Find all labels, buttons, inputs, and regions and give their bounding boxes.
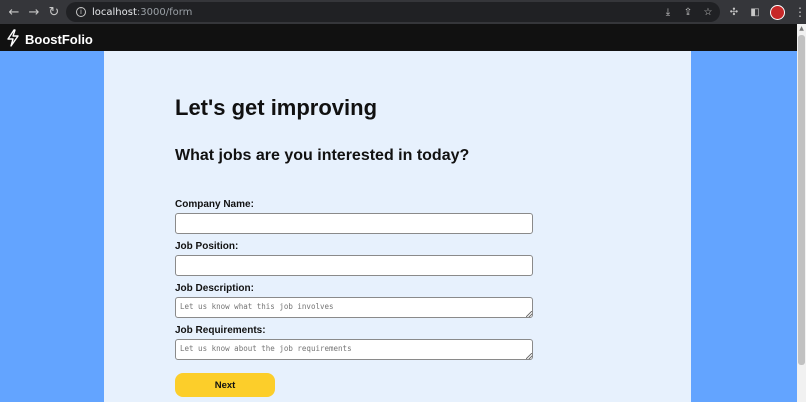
page-subtitle: What jobs are you interested in today? bbox=[175, 147, 470, 164]
share-icon[interactable]: ⇪ bbox=[682, 6, 694, 18]
profile-avatar[interactable] bbox=[770, 4, 785, 20]
bookmark-star-icon[interactable]: ☆ bbox=[702, 6, 714, 18]
job-requirements-textarea[interactable] bbox=[175, 339, 533, 360]
reload-icon[interactable]: ↻ bbox=[44, 2, 64, 22]
job-position-input[interactable] bbox=[175, 255, 533, 276]
side-panel-icon[interactable]: ◧ bbox=[749, 6, 761, 18]
browser-menu-icon[interactable]: ⋮ bbox=[794, 5, 806, 19]
next-button[interactable]: Next bbox=[175, 373, 275, 397]
install-icon[interactable]: ⤓ bbox=[662, 6, 674, 18]
job-requirements-label: Job Requirements: bbox=[175, 325, 266, 336]
lightning-logo-icon[interactable] bbox=[5, 28, 21, 48]
scrollbar-thumb[interactable] bbox=[798, 35, 805, 365]
job-requirements-wrapper bbox=[175, 339, 533, 360]
company-name-label: Company Name: bbox=[175, 199, 254, 210]
scroll-up-arrow-icon[interactable]: ▲ bbox=[798, 26, 805, 32]
job-position-label: Job Position: bbox=[175, 241, 239, 252]
page-background: Let's get improving What jobs are you in… bbox=[0, 51, 797, 402]
resize-handle-icon[interactable] bbox=[526, 353, 532, 359]
back-arrow-icon[interactable]: ← bbox=[4, 2, 24, 22]
app-header: BoostFolio bbox=[0, 24, 806, 51]
job-description-textarea[interactable] bbox=[175, 297, 533, 318]
resize-handle-icon[interactable] bbox=[526, 311, 532, 317]
address-bar[interactable]: i localhost:3000/form ⤓ ⇪ ☆ bbox=[66, 2, 720, 22]
brand-name[interactable]: BoostFolio bbox=[25, 28, 93, 47]
page-title: Let's get improving bbox=[175, 95, 378, 120]
company-name-input[interactable] bbox=[175, 213, 533, 234]
forward-arrow-icon[interactable]: → bbox=[24, 2, 44, 22]
url-path: :3000/form bbox=[136, 6, 193, 18]
page-scrollbar[interactable]: ▲ bbox=[797, 24, 806, 402]
job-description-label: Job Description: bbox=[175, 283, 254, 294]
browser-toolbar: ← → ↻ i localhost:3000/form ⤓ ⇪ ☆ ✣ ◧ ⋮ bbox=[0, 0, 806, 24]
form-card: Let's get improving What jobs are you in… bbox=[104, 51, 691, 402]
site-info-icon[interactable]: i bbox=[76, 7, 86, 17]
job-description-wrapper bbox=[175, 297, 533, 318]
url-text[interactable]: localhost:3000/form bbox=[92, 7, 192, 18]
extensions-puzzle-icon[interactable]: ✣ bbox=[728, 6, 740, 18]
url-host: localhost bbox=[92, 6, 137, 18]
